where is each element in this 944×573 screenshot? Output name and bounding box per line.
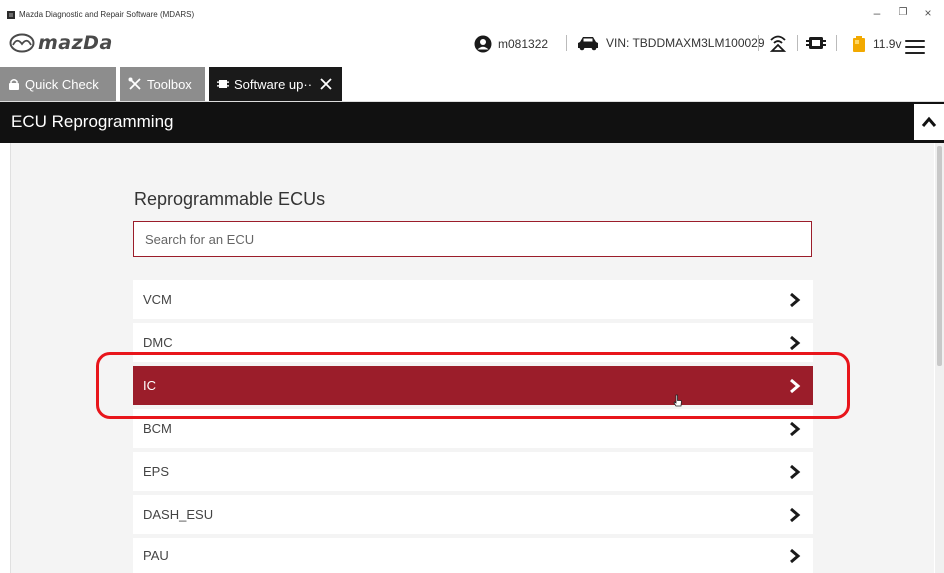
ecu-row-eps[interactable]: EPS bbox=[133, 452, 813, 491]
ecu-label: DASH_ESU bbox=[143, 507, 214, 522]
vci-connection-icon bbox=[769, 35, 787, 52]
scrollbar-thumb[interactable] bbox=[937, 146, 942, 366]
ecu-label: PAU bbox=[143, 548, 169, 563]
user-id: m081322 bbox=[498, 37, 549, 51]
window-title-bar: Mazda Diagnostic and Repair Software (MD… bbox=[0, 0, 944, 26]
vci-connection-status[interactable] bbox=[768, 32, 788, 54]
ecu-row-dmc[interactable]: DMC bbox=[133, 323, 813, 362]
chevron-right-icon bbox=[789, 464, 803, 480]
chip-icon bbox=[217, 78, 229, 90]
chevron-right-icon bbox=[789, 292, 803, 308]
chevron-right-icon bbox=[789, 421, 803, 437]
header-divider bbox=[566, 35, 567, 51]
ecu-status[interactable] bbox=[806, 35, 826, 51]
tools-icon bbox=[128, 77, 142, 91]
chevron-right-icon bbox=[789, 335, 803, 351]
ecu-label: VCM bbox=[143, 292, 172, 307]
ecu-row-dash-esu[interactable]: DASH_ESU bbox=[133, 495, 813, 534]
battery-status[interactable]: 11.9v bbox=[851, 35, 901, 53]
collapse-section-button[interactable] bbox=[914, 104, 944, 140]
mazda-logo: mazDa bbox=[9, 32, 113, 54]
app-header: mazDa m081322 VIN: TBDDMAXM3LM100029 11.… bbox=[0, 26, 944, 67]
tab-bar: Quick Check Toolbox Software up·· bbox=[0, 67, 944, 102]
maximize-button[interactable]: ❐ bbox=[896, 7, 910, 19]
ecu-module-icon bbox=[806, 37, 826, 49]
header-divider bbox=[797, 35, 798, 51]
ecu-row-vcm[interactable]: VCM bbox=[133, 280, 813, 319]
brand-name: mazDa bbox=[38, 32, 113, 54]
tab-label: Software up·· bbox=[234, 76, 313, 92]
ecu-label: EPS bbox=[143, 464, 170, 479]
vehicle-info[interactable]: VIN: TBDDMAXM3LM100029 bbox=[577, 35, 765, 51]
ecu-row-pau[interactable]: PAU bbox=[133, 538, 813, 573]
battery-voltage: 11.9v bbox=[873, 37, 902, 51]
mouse-pointer-icon bbox=[673, 394, 683, 413]
battery-icon bbox=[853, 36, 865, 52]
tab-label: Quick Check bbox=[25, 76, 99, 92]
lock-icon bbox=[8, 78, 20, 90]
chevron-right-icon bbox=[789, 548, 803, 564]
tab-software-update[interactable]: Software up·· bbox=[209, 67, 342, 101]
tab-toolbox[interactable]: Toolbox bbox=[120, 67, 205, 101]
app-icon bbox=[7, 11, 15, 19]
tab-label: Toolbox bbox=[147, 76, 192, 92]
ecu-label: DMC bbox=[143, 335, 173, 350]
header-divider bbox=[758, 35, 759, 51]
window-title: Mazda Diagnostic and Repair Software (MD… bbox=[19, 10, 195, 19]
user-info[interactable]: m081322 bbox=[474, 35, 548, 53]
hamburger-menu-icon[interactable] bbox=[905, 40, 925, 54]
ecu-list-title: Reprogrammable ECUs bbox=[134, 189, 326, 209]
tab-quick-check[interactable]: Quick Check bbox=[0, 67, 116, 101]
chevron-right-icon bbox=[789, 507, 803, 523]
section-header: ECU Reprogramming bbox=[0, 102, 944, 143]
header-divider bbox=[836, 35, 837, 51]
user-icon bbox=[474, 35, 492, 53]
minimize-button[interactable]: – bbox=[870, 7, 884, 19]
chevron-right-icon bbox=[789, 378, 803, 394]
mazda-wings-icon bbox=[9, 33, 35, 53]
ecu-search-input[interactable] bbox=[133, 221, 812, 257]
ecu-label: BCM bbox=[143, 421, 172, 436]
ecu-row-ic[interactable]: IC bbox=[133, 366, 813, 405]
section-title: ECU Reprogramming bbox=[11, 112, 174, 131]
close-tab-icon[interactable] bbox=[320, 78, 332, 90]
vin-text: VIN: TBDDMAXM3LM100029 bbox=[606, 36, 765, 50]
ecu-label: IC bbox=[143, 378, 156, 393]
car-icon bbox=[578, 37, 598, 51]
ecu-row-bcm[interactable]: BCM bbox=[133, 409, 813, 448]
chevron-up-icon bbox=[921, 116, 937, 127]
close-window-button[interactable]: × bbox=[921, 7, 935, 19]
